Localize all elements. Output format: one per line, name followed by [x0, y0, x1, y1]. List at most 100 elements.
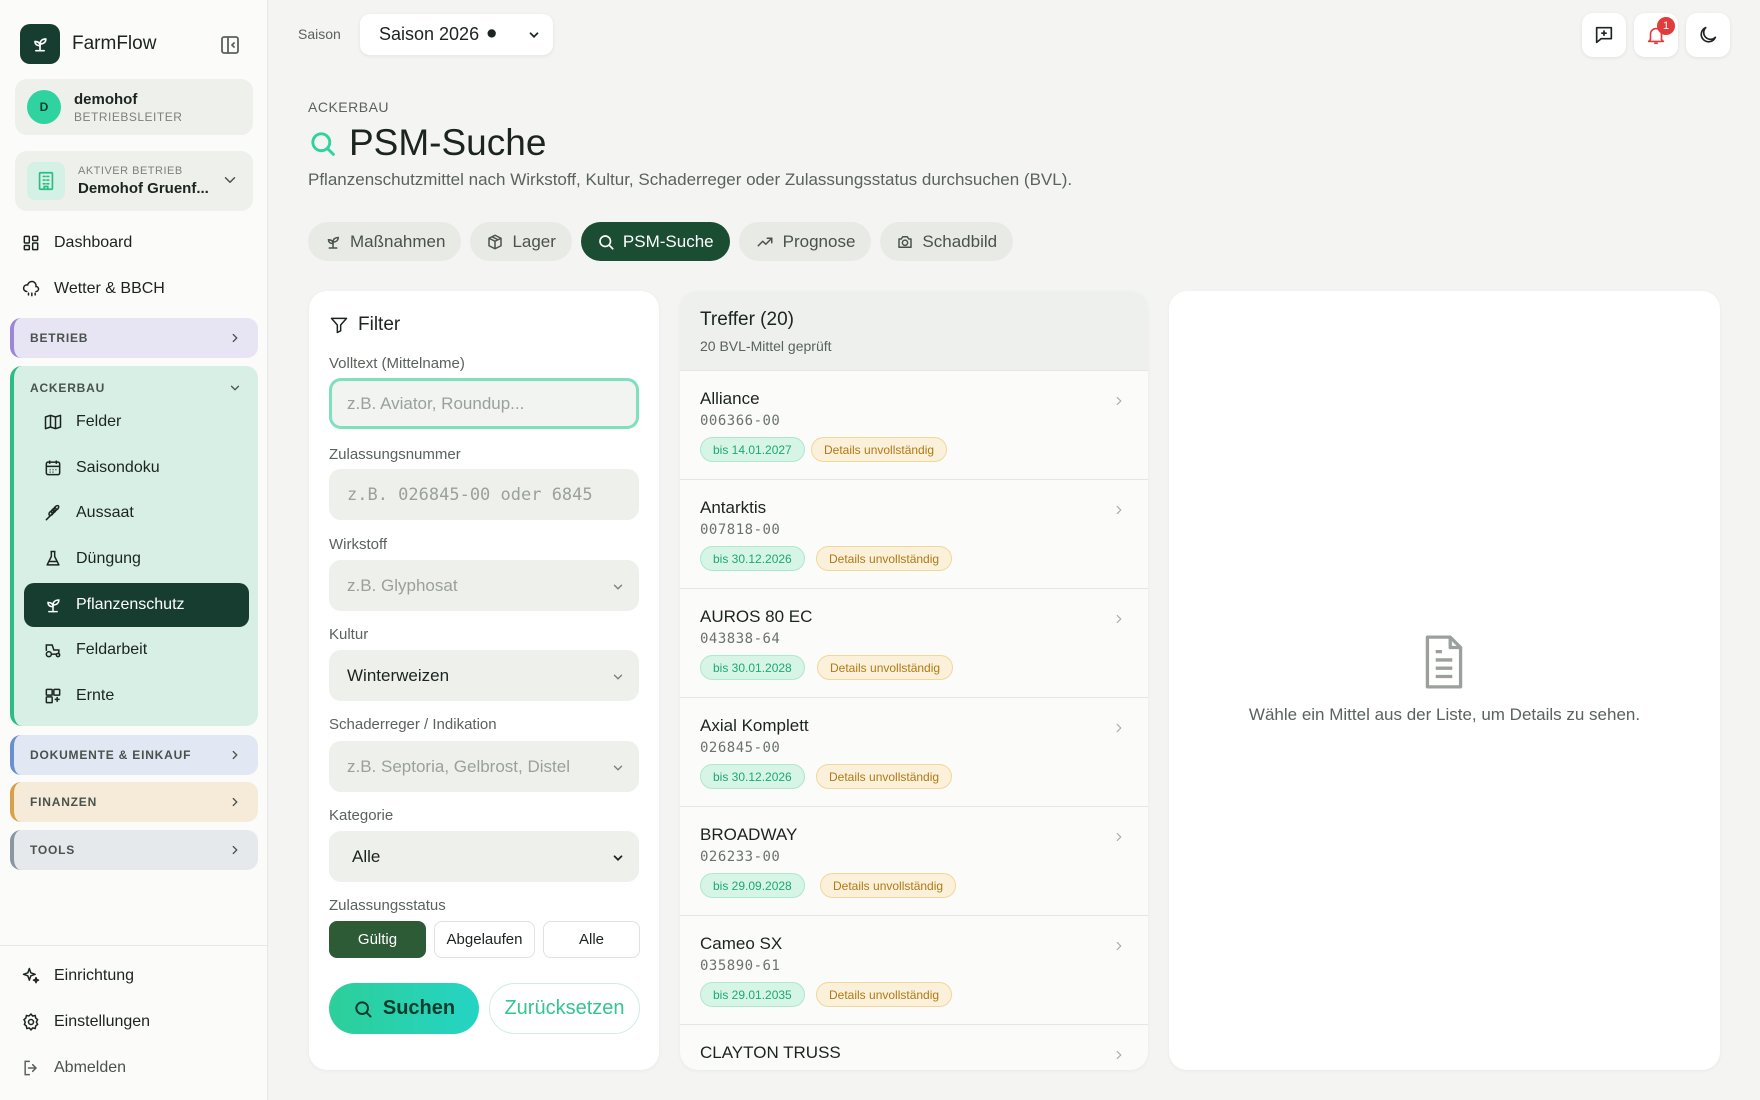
detail-panel: Wähle ein Mittel aus der Liste, um Detai… — [1169, 291, 1720, 1070]
nav-item-saisondoku[interactable]: Saisondoku — [24, 446, 249, 490]
nav-item-feldarbeit[interactable]: Feldarbeit — [24, 628, 249, 672]
theme-toggle-button[interactable] — [1686, 13, 1730, 57]
flask-icon — [42, 549, 64, 569]
result-row[interactable]: CLAYTON TRUSS — [680, 1026, 1148, 1070]
fulltext-input[interactable]: z.B. Aviator, Roundup... — [329, 378, 639, 429]
nav-group-ackerbau: ACKERBAU Felder Saisondoku Aussaat Düngu… — [10, 366, 258, 726]
status-option-valid[interactable]: Gültig — [329, 921, 426, 958]
results-panel: Treffer (20) 20 BVL-Mittel geprüft Allia… — [680, 291, 1148, 1070]
season-select[interactable]: Saison 2026 ⚫ — [360, 14, 553, 55]
nav-item-ernte[interactable]: Ernte — [24, 674, 249, 718]
status-option-all[interactable]: Alle — [543, 921, 640, 958]
camera-icon — [896, 233, 914, 251]
sprout-icon — [324, 233, 342, 251]
incomplete-badge: Details unvollständig — [820, 873, 957, 898]
nav-item-pflanzenschutz[interactable]: Pflanzenschutz — [24, 583, 249, 627]
map-icon — [42, 412, 64, 432]
tab-schadbild[interactable]: Schadbild — [880, 222, 1014, 261]
nav-group-tools[interactable]: TOOLS — [10, 830, 258, 870]
chevron-right-icon — [1112, 830, 1126, 844]
validity-badge: bis 30.12.2026 — [700, 546, 805, 571]
category-label: Kategorie — [329, 807, 394, 824]
incomplete-badge: Details unvollständig — [817, 655, 954, 680]
farm-name: Demohof Gruenf... — [78, 180, 209, 197]
breadcrumb: ACKERBAU — [308, 99, 390, 115]
moon-icon — [1697, 24, 1719, 46]
nav-item-label: Pflanzenschutz — [76, 596, 185, 613]
trend-icon — [755, 233, 775, 251]
wheat-icon — [42, 503, 64, 523]
nav-group-betrieb-label: BETRIEB — [30, 331, 89, 345]
nav-setup[interactable]: Einrichtung — [20, 961, 134, 991]
registration-number-input[interactable]: z.B. 026845-00 oder 6845 — [329, 469, 639, 520]
nav-group-betrieb[interactable]: BETRIEB — [10, 318, 258, 358]
nav-group-ackerbau-label[interactable]: ACKERBAU — [30, 381, 105, 395]
status-label: Zulassungsstatus — [329, 897, 446, 914]
user-card[interactable]: D demohof BETRIEBSLEITER — [15, 79, 253, 135]
active-farm-selector[interactable]: AKTIVER BETRIEB Demohof Gruenf... — [15, 151, 253, 211]
document-icon — [1419, 633, 1469, 691]
gear-icon — [20, 1012, 42, 1032]
tab-prognose[interactable]: Prognose — [738, 222, 872, 261]
nav-settings[interactable]: Einstellungen — [20, 1007, 150, 1037]
season-label: Saison — [298, 26, 341, 42]
nav-dashboard[interactable]: Dashboard — [20, 228, 132, 258]
result-row[interactable]: Axial Komplett 026845-00 bis 30.12.2026 … — [680, 699, 1148, 807]
nav-item-duengung[interactable]: Düngung — [24, 537, 249, 581]
substance-select[interactable]: z.B. Glyphosat — [329, 560, 639, 611]
sidebar-collapse-icon[interactable] — [218, 33, 242, 57]
detail-empty-text: Wähle ein Mittel aus der Liste, um Detai… — [1248, 705, 1641, 724]
pest-select[interactable]: z.B. Septoria, Gelbrost, Distel — [329, 741, 639, 792]
result-number: 006366-00 — [700, 413, 781, 429]
tab-label: Prognose — [782, 231, 856, 251]
chevron-right-icon — [1112, 721, 1126, 735]
category-select[interactable]: Alle — [329, 831, 639, 882]
tab-bar: Maßnahmen Lager PSM-Suche Prognose Schad… — [308, 222, 1022, 261]
result-number: 035890-61 — [700, 958, 781, 974]
result-row[interactable]: AUROS 80 EC 043838-64 bis 30.01.2028 Det… — [680, 590, 1148, 698]
nav-item-felder[interactable]: Felder — [24, 400, 249, 444]
validity-badge: bis 30.12.2026 — [700, 764, 805, 789]
chevron-down-icon — [221, 171, 239, 189]
tab-label: Schadbild — [922, 231, 998, 251]
tab-psm-suche[interactable]: PSM-Suche — [580, 222, 730, 261]
validity-badge: bis 29.01.2035 — [700, 982, 805, 1007]
result-name: CLAYTON TRUSS — [700, 1043, 841, 1062]
sprout-icon — [42, 595, 64, 615]
tab-lager[interactable]: Lager — [470, 222, 572, 261]
nav-item-label: Aussaat — [76, 504, 134, 521]
chevron-down-icon[interactable] — [228, 381, 242, 395]
tab-massnahmen[interactable]: Maßnahmen — [308, 222, 462, 261]
result-number: 043838-64 — [700, 631, 781, 647]
nav-logout[interactable]: Abmelden — [20, 1053, 126, 1083]
result-row[interactable]: Cameo SX 035890-61 bis 29.01.2035 Detail… — [680, 917, 1148, 1025]
chevron-right-icon — [228, 331, 242, 345]
nav-group-dokumente[interactable]: DOKUMENTE & EINKAUF — [10, 735, 258, 775]
crop-label: Kultur — [329, 626, 369, 643]
result-row[interactable]: BROADWAY 026233-00 bis 29.09.2028 Detail… — [680, 808, 1148, 916]
feedback-button[interactable] — [1582, 13, 1626, 57]
sparkles-icon — [20, 966, 42, 986]
notifications-button[interactable]: 1 — [1634, 13, 1678, 57]
result-row[interactable]: Alliance 006366-00 bis 14.01.2027 Detail… — [680, 372, 1148, 480]
nav-item-label: Feldarbeit — [76, 641, 148, 658]
chevron-right-icon — [1112, 503, 1126, 517]
search-button[interactable]: Suchen — [329, 983, 479, 1034]
nav-group-tools-label: TOOLS — [30, 843, 76, 857]
brand[interactable]: FarmFlow — [20, 24, 156, 64]
crop-select[interactable]: Winterweizen — [329, 650, 639, 701]
result-row[interactable]: Antarktis 007818-00 bis 30.12.2026 Detai… — [680, 481, 1148, 589]
result-number: 007818-00 — [700, 522, 781, 538]
chevron-right-icon — [228, 748, 242, 762]
chevron-right-icon — [1112, 939, 1126, 953]
nav-weather[interactable]: Wetter & BBCH — [20, 274, 165, 304]
reset-button[interactable]: Zurücksetzen — [489, 983, 640, 1034]
nav-group-finanzen[interactable]: FINANZEN — [10, 782, 258, 822]
nav-item-aussaat[interactable]: Aussaat — [24, 491, 249, 535]
tractor-icon — [42, 640, 64, 660]
result-name: Axial Komplett — [700, 716, 809, 735]
incomplete-badge: Details unvollständig — [816, 546, 953, 571]
status-option-expired[interactable]: Abgelaufen — [434, 921, 535, 958]
results-subtitle: 20 BVL-Mittel geprüft — [700, 338, 832, 354]
notification-count-badge: 1 — [1657, 17, 1675, 35]
